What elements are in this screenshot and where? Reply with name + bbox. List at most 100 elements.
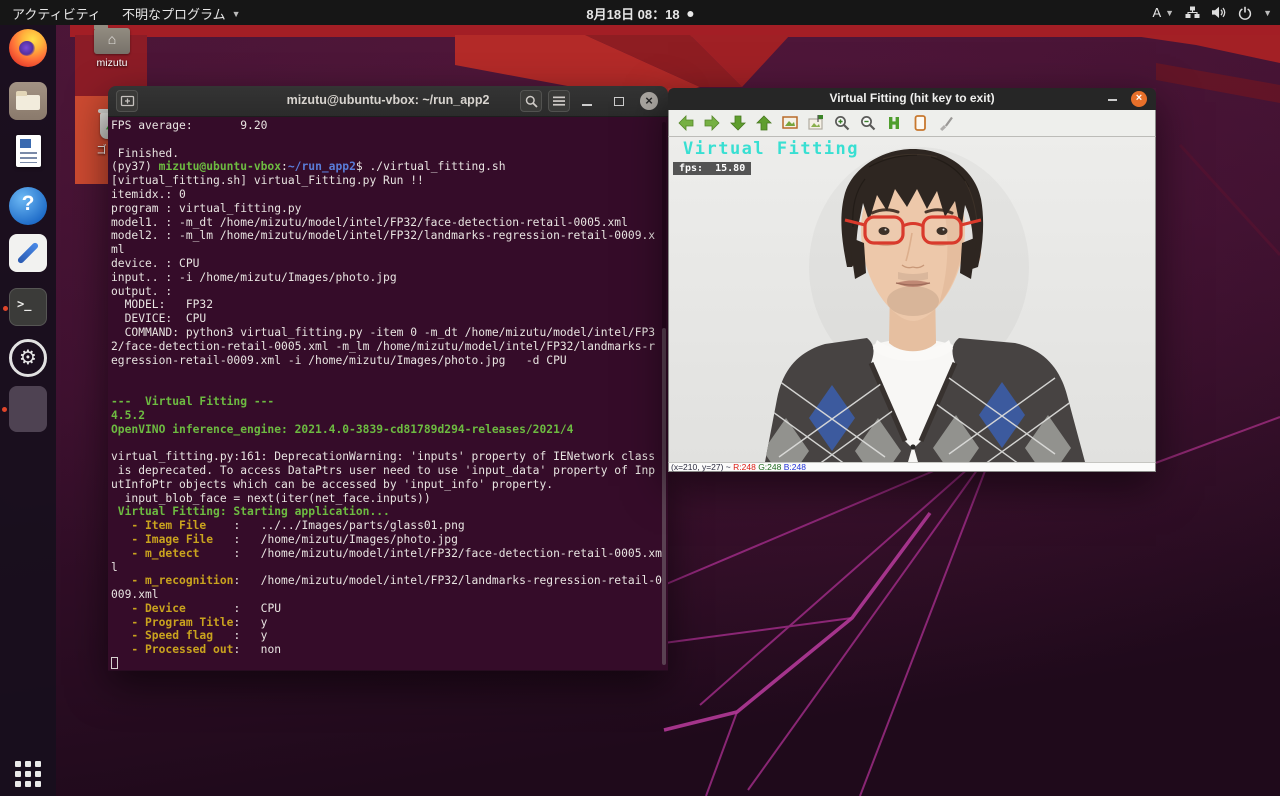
terminal-line: COMMAND: python3 virtual_fitting.py -ite…: [111, 326, 668, 340]
running-indicator: [2, 407, 7, 412]
pan-left-icon[interactable]: [677, 114, 695, 132]
pan-up-icon[interactable]: [729, 114, 747, 132]
vf-statusbar: (x=210, y=27) ~ R:248 G:248 B:248: [668, 462, 1156, 472]
terminal-line: input.. : -i /home/mizutu/Images/photo.j…: [111, 271, 668, 285]
vf-titlebar[interactable]: Virtual Fitting (hit key to exit) ×: [668, 88, 1156, 110]
vf-minimize-button[interactable]: [1108, 92, 1120, 104]
dock-item-unknown-app[interactable]: [9, 386, 47, 432]
home-folder-label: mizutu: [84, 57, 140, 69]
zoom-original-icon[interactable]: [781, 114, 799, 132]
pixel-coords: (x=210, y=27) ~: [671, 462, 733, 472]
minimize-icon: [582, 104, 592, 106]
terminal-titlebar[interactable]: mizutu@ubuntu-vbox: ~/run_app2: [108, 86, 668, 117]
terminal-line: FPS average: 9.20: [111, 119, 668, 133]
terminal-line: (py37) mizutu@ubuntu-vbox:~/run_app2$ ./…: [111, 160, 668, 174]
terminal-line: model1. : -m_dt /home/mizutu/model/intel…: [111, 216, 668, 230]
maximize-icon: [614, 97, 624, 106]
desktop-icon-home-folder[interactable]: mizutu: [84, 28, 140, 69]
terminal-search-button[interactable]: [520, 90, 542, 112]
desktop-screen: mizutu ゴミ箱 mizutu@ubuntu-vbox: ~/run_app…: [0, 0, 1280, 796]
terminal-cursor: [111, 657, 118, 669]
terminal-output[interactable]: FPS average: 9.20 Finished.(py37) mizutu…: [108, 117, 668, 670]
activities-button[interactable]: アクティビティ: [12, 4, 101, 23]
vf-toolbar: [668, 110, 1156, 137]
terminal-line: - Program Title: y: [111, 616, 668, 630]
terminal-line: 009.xml: [111, 588, 668, 602]
terminal-line: --- Virtual Fitting ---: [111, 395, 668, 409]
dock-item-help[interactable]: [9, 187, 47, 225]
terminal-menu-button[interactable]: [548, 90, 570, 112]
terminal-scrollbar-thumb[interactable]: [662, 328, 666, 665]
terminal-line: itemidx.: 0: [111, 188, 668, 202]
chevron-down-icon: ▼: [1165, 8, 1174, 18]
terminal-maximize-button[interactable]: [608, 90, 630, 112]
dock-item-libreoffice-writer[interactable]: [9, 132, 47, 170]
fps-badge: fps: 15.80: [673, 162, 751, 175]
show-applications-button[interactable]: [9, 755, 47, 793]
brush-icon[interactable]: [937, 114, 955, 132]
dock-item-firefox[interactable]: [9, 29, 47, 67]
zoom-out-icon[interactable]: [859, 114, 877, 132]
terminal-line: 4.5.2: [111, 409, 668, 423]
close-icon: ×: [1136, 92, 1142, 104]
terminal-line: l: [111, 561, 668, 575]
terminal-line: [virtual_fitting.sh] virtual_Fitting.py …: [111, 174, 668, 188]
dock-item-text-editor[interactable]: [9, 234, 47, 272]
terminal-minimize-button[interactable]: [576, 90, 598, 112]
terminal-line: ml: [111, 243, 668, 257]
volume-icon: [1211, 6, 1227, 19]
system-status-area[interactable]: A ▼: [1152, 0, 1272, 25]
panel-icon[interactable]: [911, 114, 929, 132]
chevron-down-icon: ▼: [232, 9, 241, 19]
terminal-line: [111, 133, 668, 147]
network-icon: [1185, 6, 1200, 19]
terminal-line: 2/face-detection-retail-0005.xml -m_lm /…: [111, 340, 668, 354]
notification-dot-icon: [688, 11, 694, 17]
top-bar: アクティビティ 不明なプログラム ▼ 8月18日 08：18 A ▼: [0, 0, 1280, 25]
terminal-line: DEVICE: CPU: [111, 312, 668, 326]
app-menu-button[interactable]: 不明なプログラム ▼: [122, 4, 241, 23]
vf-image-canvas[interactable]: Virtual Fitting fps: 15.80: [668, 137, 1156, 462]
pixel-red-value: R:248: [733, 462, 758, 472]
pan-right-icon[interactable]: [703, 114, 721, 132]
terminal-line: - Item File : ../../Images/parts/glass01…: [111, 519, 668, 533]
dock-item-files[interactable]: [9, 82, 47, 120]
terminal-line: - Device : CPU: [111, 602, 668, 616]
terminal-line: OpenVINO inference_engine: 2021.4.0-3839…: [111, 423, 668, 437]
terminal-line: [111, 381, 668, 395]
dock-item-settings[interactable]: [9, 339, 47, 377]
terminal-line: - Image File : /home/mizutu/Images/photo…: [111, 533, 668, 547]
input-method-indicator[interactable]: A ▼: [1152, 5, 1174, 20]
terminal-line: [111, 367, 668, 381]
terminal-line: input_blob_face = next(iter(net_face.inp…: [111, 492, 668, 506]
terminal-line: virtual_fitting.py:161: DeprecationWarni…: [111, 450, 668, 464]
chevron-down-icon[interactable]: ▼: [1263, 8, 1272, 18]
terminal-line: egression-retail-0009.xml -i /home/mizut…: [111, 354, 668, 368]
dock: [0, 25, 56, 796]
vf-close-button[interactable]: ×: [1131, 91, 1147, 107]
clock-label: 8月18日 08：18: [586, 4, 679, 23]
terminal-line: output. :: [111, 285, 668, 299]
terminal-scrollbar[interactable]: [662, 122, 666, 665]
home-folder-icon: [94, 28, 130, 54]
pan-down-icon[interactable]: [755, 114, 773, 132]
terminal-line: program : virtual_fitting.py: [111, 202, 668, 216]
zoom-in-icon[interactable]: [833, 114, 851, 132]
vf-overlay-title: Virtual Fitting: [683, 139, 859, 159]
document-icon: [16, 135, 41, 167]
terminal-line: utInfoPtr objects which can be accessed …: [111, 478, 668, 492]
terminal-cursor-line: [111, 657, 668, 670]
terminal-line: - Speed flag : y: [111, 629, 668, 643]
virtual-fitting-window: Virtual Fitting (hit key to exit) ×: [668, 88, 1156, 472]
save-icon[interactable]: [885, 114, 903, 132]
terminal-line: [111, 436, 668, 450]
ime-label: A: [1152, 5, 1161, 20]
fitted-photo: [669, 137, 1156, 462]
dock-item-terminal[interactable]: [9, 288, 47, 326]
terminal-line: Virtual Fitting: Starting application...: [111, 505, 668, 519]
running-indicator: [3, 306, 8, 311]
terminal-close-button[interactable]: ×: [640, 92, 658, 110]
hamburger-menu-icon: [552, 95, 566, 107]
clock-button[interactable]: 8月18日 08：18: [586, 4, 693, 23]
zoom-region-icon[interactable]: [807, 114, 825, 132]
